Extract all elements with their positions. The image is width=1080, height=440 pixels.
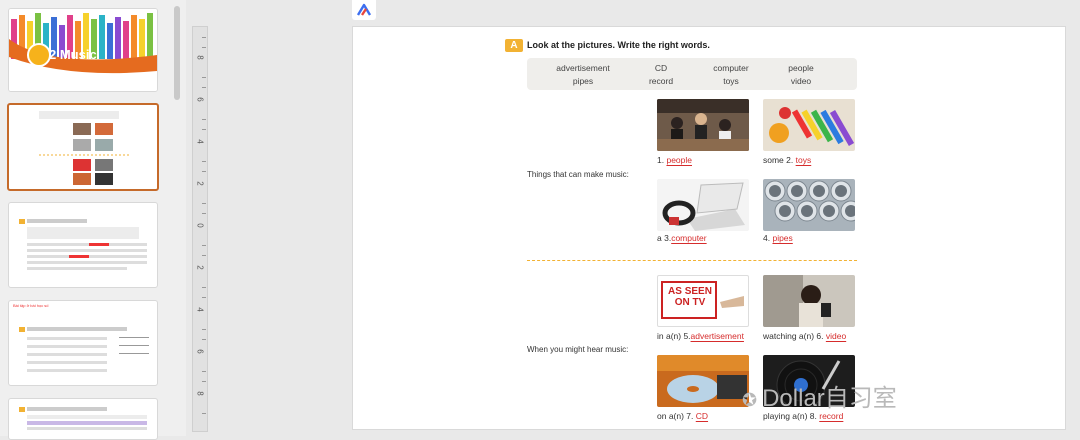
- ruler-label: 4: [195, 307, 205, 312]
- slide-thumbnail-panel: 2 Music Bài tập ở bài học số: [0, 0, 186, 440]
- thumbnail-preview: [19, 327, 149, 372]
- slide-thumbnail-5[interactable]: [8, 398, 158, 440]
- section-label-hear-music: When you might hear music:: [527, 345, 629, 354]
- slide-thumbnail-1[interactable]: 2 Music: [8, 8, 158, 92]
- slide-canvas[interactable]: A Look at the pictures. Write the right …: [352, 26, 1066, 430]
- pipes-image: [763, 179, 855, 231]
- answer-pipes: pipes: [772, 233, 793, 243]
- item-4-caption: 4. pipes: [763, 233, 793, 243]
- ruler-label: 8: [195, 55, 205, 60]
- answer-video: video: [825, 331, 847, 341]
- item-6-caption: watching a(n) 6. video: [763, 331, 847, 341]
- thumbnail-preview: [39, 111, 129, 185]
- word-bank-item: pipes: [572, 76, 594, 86]
- cd-image: [657, 355, 749, 407]
- advertisement-image: AS SEEN ON TV: [657, 275, 749, 327]
- word-bank-item: CD: [654, 63, 668, 73]
- slide-thumbnail-3[interactable]: [8, 202, 158, 288]
- thumbnail-preview: [19, 407, 147, 430]
- ruler-label: 6: [195, 97, 205, 102]
- ruler-label: 8: [195, 391, 205, 396]
- word-bank-item: video: [790, 76, 812, 86]
- answer-computer: computer: [671, 233, 707, 243]
- thumbnail-title: 2 Music: [49, 47, 97, 62]
- word-bank-item: toys: [723, 76, 739, 86]
- section-divider: [527, 260, 857, 261]
- word-bank-item: computer: [713, 63, 749, 73]
- section-label-make-music: Things that can make music:: [527, 170, 629, 179]
- ruler-label: 2: [195, 181, 205, 186]
- word-bank-item: people: [788, 63, 814, 73]
- item-5-caption: in a(n) 5.advertisement: [657, 331, 744, 341]
- exercise-badge: A: [505, 39, 523, 52]
- ruler-label: 6: [195, 349, 205, 354]
- thumbnail-text: Bài tập ở bài học số: [13, 303, 49, 308]
- toys-image: [763, 99, 855, 151]
- slide-thumbnail-4[interactable]: Bài tập ở bài học số: [8, 300, 158, 386]
- item-2-caption: some 2. toys: [763, 155, 812, 165]
- as-seen-on-tv-text: AS SEEN ON TV: [668, 286, 712, 308]
- ruler-label: 4: [195, 139, 205, 144]
- answer-people: people: [666, 155, 692, 165]
- word-bank-item: record: [648, 76, 674, 86]
- answer-advertisement: advertisement: [690, 331, 744, 341]
- watermark-text: ✪ Dollar自习室: [742, 385, 897, 412]
- ruler-label: 2: [195, 265, 205, 270]
- vertical-ruler: 8 6 4 2 0 2 4 6 8: [192, 26, 208, 432]
- word-bank-item: advertisement: [556, 63, 610, 73]
- instruction-text: Look at the pictures. Write the right wo…: [527, 40, 710, 50]
- thumbnail-preview: [19, 219, 147, 270]
- watermark-icon: ✪: [742, 390, 763, 410]
- answer-toys: toys: [795, 155, 812, 165]
- item-3-caption: a 3.computer: [657, 233, 707, 243]
- ruler-label: 0: [195, 223, 205, 228]
- word-bank: advertisement CD computer people pipes r…: [527, 58, 857, 90]
- item-1-caption: 1. people: [657, 155, 692, 165]
- slide-thumbnail-2[interactable]: [7, 103, 159, 191]
- video-image: [763, 275, 855, 327]
- people-image: [657, 99, 749, 151]
- item-7-caption: on a(n) 7. CD: [657, 411, 709, 421]
- app-logo-icon[interactable]: [352, 0, 376, 20]
- thumbnail-scrollbar[interactable]: [174, 6, 180, 100]
- answer-cd: CD: [695, 411, 709, 421]
- computer-image: [657, 179, 749, 231]
